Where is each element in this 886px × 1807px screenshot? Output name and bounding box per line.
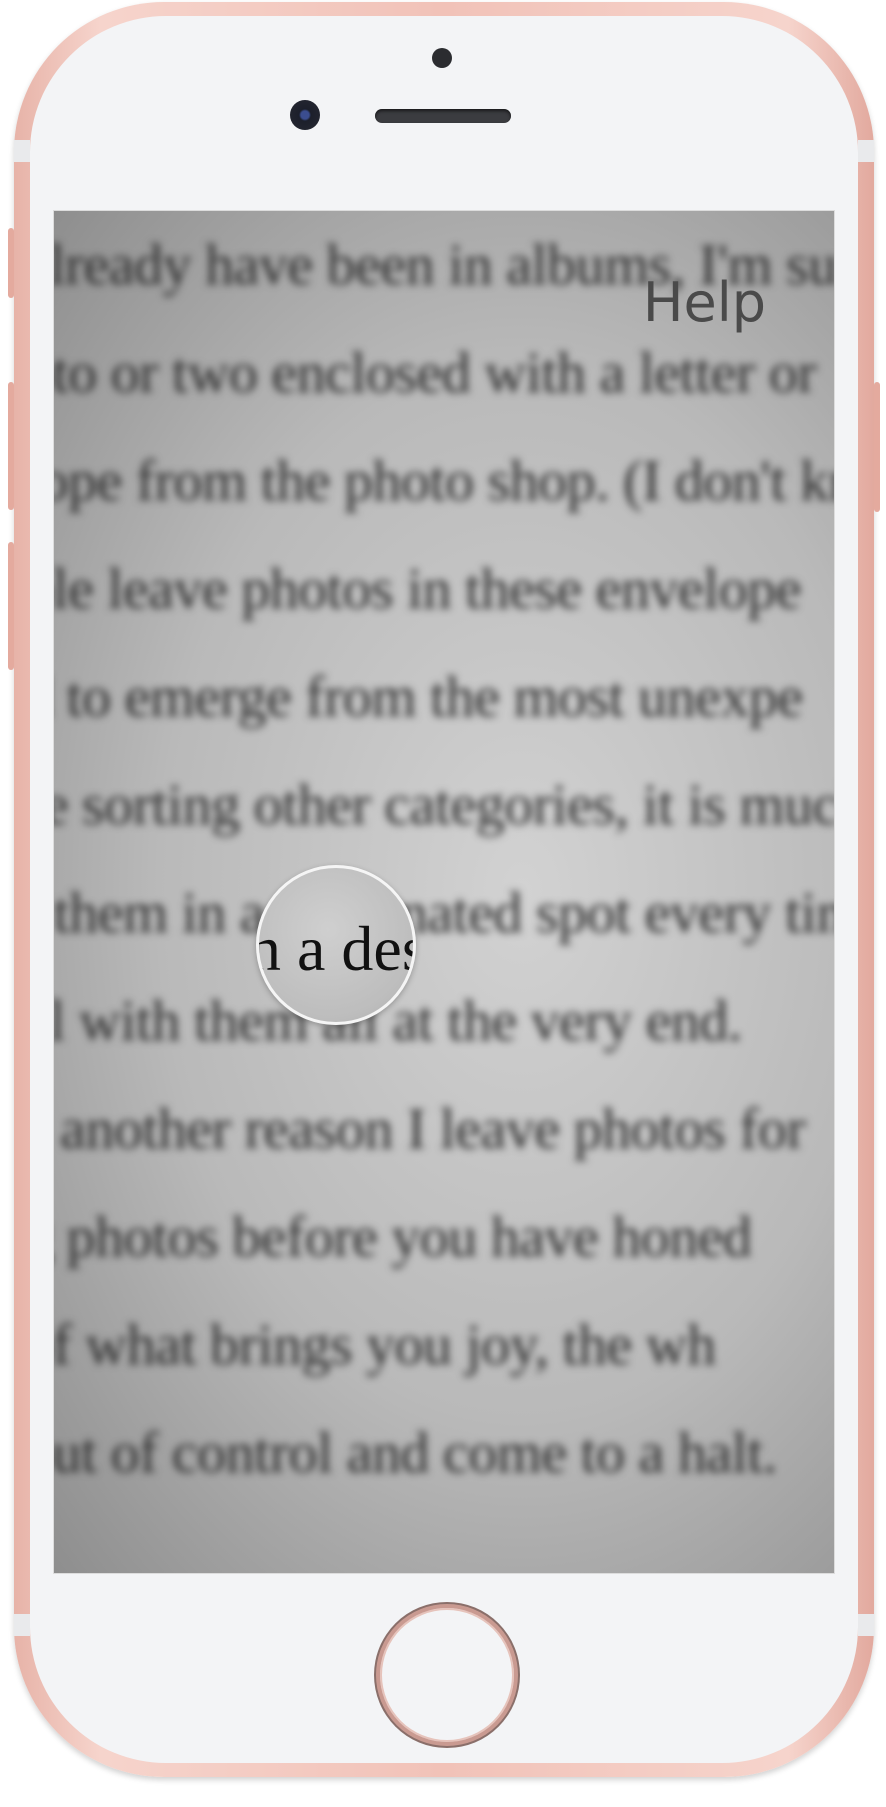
page-text-line: re sorting other categories, it is much — [53, 772, 835, 837]
book-page-text: already have been in albums, I'm sure ot… — [53, 211, 835, 1507]
speaker-icon — [375, 109, 511, 123]
page-text-line: out of control and come to a halt. — [53, 1420, 777, 1485]
page-text-line: g photos before you have honed — [53, 1204, 752, 1269]
volume-up-button — [8, 382, 14, 510]
antenna-band — [14, 1614, 30, 1636]
page-text-line: lope from the photo shop. (I don't kn — [53, 448, 835, 513]
home-button-icon[interactable] — [376, 1604, 518, 1746]
antenna-band — [858, 1614, 874, 1636]
help-button[interactable]: Help — [643, 271, 766, 334]
page-text-line: ple leave photos in these envelope — [53, 556, 802, 621]
mute-switch — [8, 228, 14, 298]
page-text-line: s another reason I leave photos for — [53, 1096, 806, 1161]
power-button — [874, 382, 880, 512]
volume-down-button — [8, 542, 14, 670]
page-text-line: t them in a designated spot every tim — [53, 880, 835, 945]
page-text-line: al with them all at the very end. — [53, 988, 742, 1053]
sensor-icon — [432, 48, 452, 68]
camera-viewfinder[interactable]: already have been in albums, I'm sure ot… — [53, 210, 835, 1574]
antenna-band — [858, 140, 874, 162]
antenna-band — [14, 140, 30, 162]
magnifier-lens[interactable]: n a desig — [256, 865, 416, 1025]
page-text-line: oto or two enclosed with a letter or — [53, 340, 817, 405]
magnified-text: n a desig — [259, 913, 413, 984]
front-camera-icon — [290, 100, 320, 130]
page-text-line: d to emerge from the most unexpe — [53, 664, 803, 729]
page-text-line: of what brings you joy, the wh — [53, 1312, 716, 1377]
